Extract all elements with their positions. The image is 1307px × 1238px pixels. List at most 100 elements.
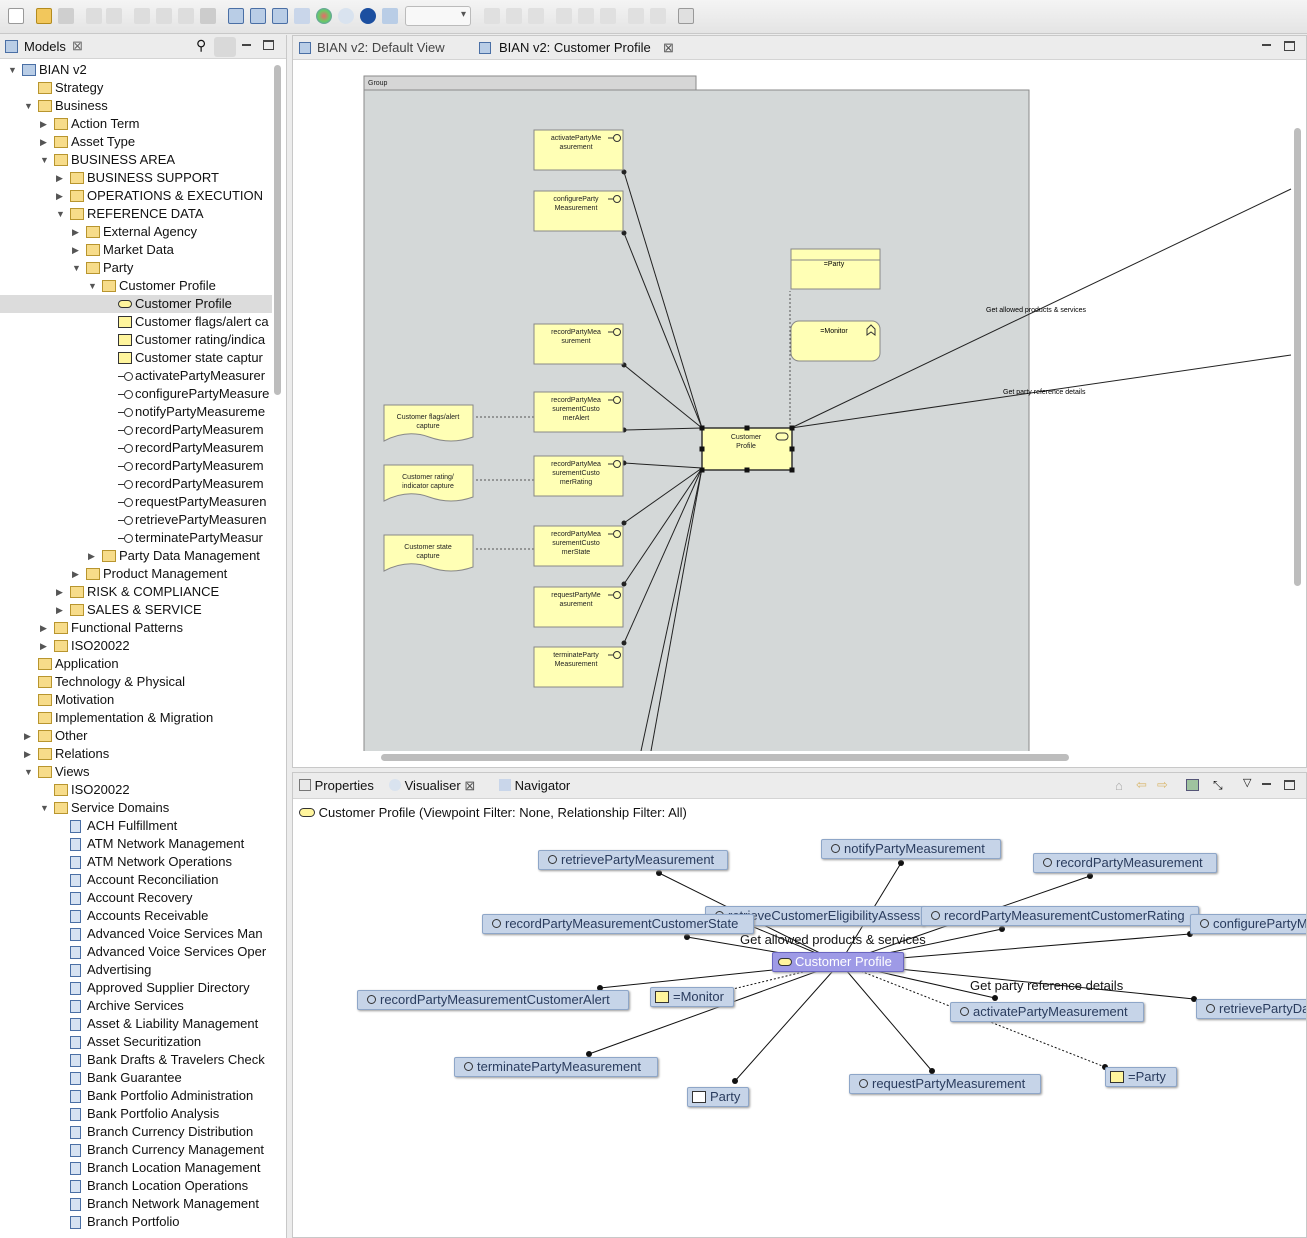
palette-icon[interactable] [316,8,332,24]
tree-item[interactable]: notifyPartyMeasureme [0,403,272,421]
maximize-icon[interactable] [1284,41,1295,51]
tree-item[interactable]: ▼ Views [0,763,272,781]
tree-item[interactable]: Customer flags/alert ca [0,313,272,331]
tree-item[interactable]: Branch Currency Management [0,1141,272,1159]
collapsed-twisty-icon[interactable]: ▶ [56,605,66,615]
expanded-twisty-icon[interactable]: ▼ [24,101,34,111]
tree-item[interactable]: ▶ Party Data Management [0,547,272,565]
default-size-icon[interactable] [678,8,694,24]
collapsed-twisty-icon[interactable]: ▶ [72,569,82,579]
match-width-icon[interactable] [628,8,644,24]
visualiser-node[interactable]: recordPartyMeasurementCustomerRating [921,906,1199,926]
expanded-twisty-icon[interactable]: ▼ [8,65,18,75]
tree-item[interactable]: Bank Drafts & Travelers Check [0,1051,272,1069]
tree-item[interactable]: ▶ Functional Patterns [0,619,272,637]
visualiser-node[interactable]: =Party [1105,1067,1177,1087]
tree-item[interactable]: ATM Network Operations [0,853,272,871]
tree-item[interactable]: Advertising [0,961,272,979]
tree-item[interactable]: ▶ Product Management [0,565,272,583]
collapsed-twisty-icon[interactable]: ▶ [40,641,50,651]
horizontal-scrollbar[interactable] [381,754,1069,761]
diagram-canvas[interactable]: Group activatePartyMe asurement configurePa… [294,61,1306,751]
tab-default-view[interactable]: BIAN v2: Default View [299,36,469,60]
collapsed-twisty-icon[interactable]: ▶ [40,119,50,129]
export-icon[interactable] [1186,779,1199,791]
view-menu-icon[interactable]: ▽ [1243,776,1251,789]
tree-item[interactable]: ISO20022 [0,781,272,799]
tree-item[interactable]: Branch Portfolio [0,1213,272,1231]
collapsed-twisty-icon[interactable]: ▶ [72,227,82,237]
collapsed-twisty-icon[interactable]: ▶ [40,623,50,633]
visualiser-graph[interactable]: Get allowed products & services Get party… [293,801,1306,1237]
visualiser-node[interactable]: retrievePartyMeasurement [538,850,728,870]
tree-item[interactable]: ▶ SALES & SERVICE [0,601,272,619]
tree-item[interactable]: Account Recovery [0,889,272,907]
tree-item[interactable]: Branch Currency Distribution [0,1123,272,1141]
tree-item[interactable]: recordPartyMeasurem [0,457,272,475]
visualiser-node[interactable]: recordPartyMeasurementCustomerState [482,914,754,934]
properties-icon[interactable] [250,8,266,24]
tree-item[interactable]: Branch Location Management [0,1159,272,1177]
tree-item[interactable]: Advanced Voice Services Man [0,925,272,943]
align-bottom-icon[interactable] [600,8,616,24]
minimize-icon[interactable] [1262,783,1271,785]
collapsed-twisty-icon[interactable]: ▶ [56,587,66,597]
collapsed-twisty-icon[interactable]: ▶ [24,749,34,759]
tree-item[interactable]: requestPartyMeasuren [0,493,272,511]
tree-item[interactable]: ▶ OPERATIONS & EXECUTION [0,187,272,205]
tree-item[interactable]: recordPartyMeasurem [0,439,272,457]
tree-item[interactable]: Bank Portfolio Administration [0,1087,272,1105]
visualiser-node[interactable]: requestPartyMeasurement [849,1074,1041,1094]
tree-item[interactable]: Motivation [0,691,272,709]
tree-item[interactable]: ▼ REFERENCE DATA [0,205,272,223]
tree-item[interactable]: retrievePartyMeasuren [0,511,272,529]
copy-icon[interactable] [156,8,172,24]
tree-item[interactable]: Technology & Physical [0,673,272,691]
info-icon[interactable] [360,8,376,24]
visualiser-node[interactable]: retrievePartyDataManagement [1196,999,1306,1019]
tree-item[interactable]: Implementation & Migration [0,709,272,727]
collapsed-twisty-icon[interactable]: ▶ [88,551,98,561]
tree-item[interactable]: Asset Securitization [0,1033,272,1051]
tree-item[interactable]: Strategy [0,79,272,97]
collapsed-twisty-icon[interactable]: ▶ [56,191,66,201]
align-middle-icon[interactable] [578,8,594,24]
close-icon[interactable]: ⊠ [464,778,475,793]
tree-item[interactable]: Bank Guarantee [0,1069,272,1087]
tree-item[interactable]: configurePartyMeasure [0,385,272,403]
expanded-twisty-icon[interactable]: ▼ [72,263,82,273]
tree-item[interactable]: ATM Network Management [0,835,272,853]
tree-item[interactable]: ACH Fulfillment [0,817,272,835]
tree-item[interactable]: Customer rating/indica [0,331,272,349]
redo-icon[interactable] [106,8,122,24]
tab-customer-profile[interactable]: BIAN v2: Customer Profile ⊠ [479,36,679,60]
forward-icon[interactable]: ⇨ [1157,777,1168,793]
tree-item[interactable]: ▶ Asset Type [0,133,272,151]
expanded-twisty-icon[interactable]: ▼ [40,155,50,165]
zoom-combo[interactable]: ▾ [405,6,471,26]
tree-item[interactable]: ▶ Market Data [0,241,272,259]
close-icon[interactable]: ⊠ [72,38,83,54]
align-center-icon[interactable] [506,8,522,24]
tree-item[interactable]: recordPartyMeasurem [0,475,272,493]
tree-item[interactable]: ▶ External Agency [0,223,272,241]
tree-item[interactable]: terminatePartyMeasur [0,529,272,547]
tree-item[interactable]: Branch Location Operations [0,1177,272,1195]
collapsed-twisty-icon[interactable]: ▶ [40,137,50,147]
align-left-icon[interactable] [484,8,500,24]
visualiser-node[interactable]: =Monitor [650,987,734,1007]
model-tree-icon[interactable] [228,8,244,24]
tree-item[interactable]: ▶ RISK & COMPLIANCE [0,583,272,601]
search-icon[interactable]: ⚲ [196,37,206,54]
maximize-icon[interactable] [1284,780,1295,790]
tab-properties[interactable]: Properties [299,778,374,793]
back-icon[interactable]: ⇦ [1136,777,1147,793]
tree-item[interactable]: recordPartyMeasurem [0,421,272,439]
tree-item[interactable]: ▼ Business [0,97,272,115]
visualiser-node[interactable]: notifyPartyMeasurement [821,839,1001,859]
align-top-icon[interactable] [556,8,572,24]
tree-item[interactable]: ▼ Customer Profile [0,277,272,295]
save-icon[interactable] [58,8,74,24]
outline-icon[interactable] [272,8,288,24]
tree-item[interactable]: Customer Profile [0,295,272,313]
